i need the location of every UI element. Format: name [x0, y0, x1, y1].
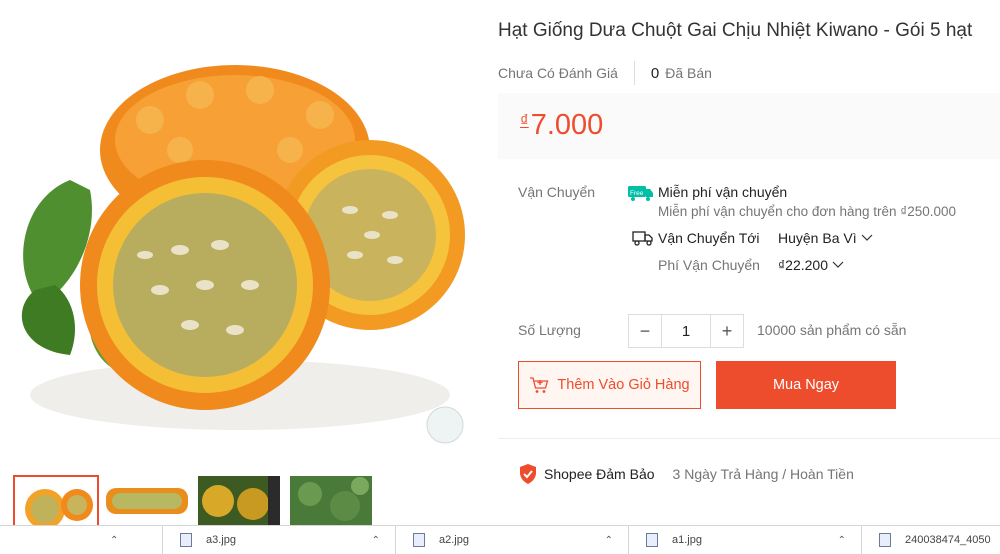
download-filename: a2.jpg	[439, 534, 469, 546]
guarantee-subtitle: 3 Ngày Trả Hàng / Hoàn Tiền	[672, 466, 854, 482]
thumbnail-1[interactable]	[13, 475, 99, 529]
shipping-fee-selector[interactable]: ₫22.200	[778, 257, 844, 273]
download-filename: a3.jpg	[206, 534, 236, 546]
thumbnail-3[interactable]	[197, 475, 281, 527]
divider	[628, 526, 629, 554]
shield-icon	[520, 464, 536, 484]
chevron-up-icon: ⌃	[837, 534, 846, 546]
download-item-0[interactable]: ⌃	[110, 526, 118, 554]
shipping-fee-label: Phí Vận Chuyển	[658, 257, 760, 273]
chevron-up-icon: ⌃	[371, 534, 380, 546]
ship-to-value: Huyện Ba Vì	[778, 230, 857, 246]
divider	[498, 438, 1000, 439]
download-filename: a1.jpg	[672, 534, 702, 546]
file-icon	[413, 533, 425, 547]
chevron-down-icon	[861, 234, 873, 241]
free-badge-text: Free	[630, 190, 644, 197]
file-icon	[879, 533, 891, 547]
free-shipping-subtitle: Miễn phí vận chuyển cho đơn hàng trên ₫2…	[658, 204, 956, 219]
stock-count: 10000 sản phẩm có sẵn	[757, 322, 907, 338]
thumbnail-2[interactable]	[105, 475, 189, 527]
price-value: 7.000	[530, 109, 604, 141]
download-item-2[interactable]: a2.jpg ⌃	[413, 526, 613, 554]
free-shipping-icon: Free	[628, 184, 654, 207]
truck-icon	[632, 229, 654, 252]
rating-text[interactable]: Chưa Có Đánh Giá	[498, 65, 618, 81]
download-filename: 240038474_4050	[905, 534, 991, 546]
product-price: ₫7.000	[520, 109, 603, 142]
quantity-stepper: − 1 +	[628, 314, 744, 348]
file-icon	[180, 533, 192, 547]
cart-plus-icon	[530, 377, 549, 393]
chevron-up-icon: ⌃	[604, 534, 613, 546]
divider	[162, 526, 163, 554]
guarantee-title: Shopee Đảm Bảo	[544, 466, 655, 482]
download-bar: ⌃ a3.jpg ⌃ a2.jpg ⌃ a1.jpg ⌃ 240038474_4…	[0, 525, 1000, 554]
ship-to-label: Vận Chuyển Tới	[658, 230, 760, 246]
sold-count: 0	[650, 64, 660, 82]
chevron-down-icon	[832, 261, 844, 268]
file-icon	[646, 533, 658, 547]
product-main-image[interactable]	[0, 40, 465, 460]
shipping-label: Vận Chuyển	[518, 184, 596, 200]
increase-button[interactable]: +	[711, 315, 743, 347]
thumbnail-4[interactable]	[289, 475, 373, 527]
add-to-cart-button[interactable]: Thêm Vào Giỏ Hàng	[518, 361, 701, 409]
add-to-cart-label: Thêm Vào Giỏ Hàng	[557, 377, 690, 393]
shipping-fee-value: ₫22.200	[778, 257, 829, 273]
decrease-button[interactable]: −	[629, 315, 661, 347]
currency-symbol: ₫	[520, 111, 529, 130]
product-title: Hạt Giống Dưa Chuột Gai Chịu Nhiệt Kiwan…	[498, 20, 973, 41]
free-shipping-title: Miễn phí vận chuyển	[658, 184, 788, 200]
download-item-4[interactable]: 240038474_4050	[879, 526, 1000, 554]
divider	[861, 526, 862, 554]
sold-label: Đã Bán	[665, 65, 712, 81]
quantity-input[interactable]: 1	[661, 315, 711, 347]
shopee-guarantee[interactable]: Shopee Đảm Bảo 3 Ngày Trả Hàng / Hoàn Ti…	[518, 463, 854, 485]
buy-now-button[interactable]: Mua Ngay	[716, 361, 896, 409]
quantity-label: Số Lượng	[518, 322, 581, 338]
price-box: ₫7.000	[498, 93, 1000, 159]
chevron-up-icon: ⌃	[110, 534, 119, 546]
divider	[633, 61, 635, 85]
download-item-1[interactable]: a3.jpg ⌃	[180, 526, 380, 554]
divider	[395, 526, 396, 554]
rating-row: Chưa Có Đánh Giá 0 Đã Bán	[498, 61, 712, 85]
ship-to-selector[interactable]: Huyện Ba Vì	[778, 230, 873, 246]
download-item-3[interactable]: a1.jpg ⌃	[646, 526, 846, 554]
